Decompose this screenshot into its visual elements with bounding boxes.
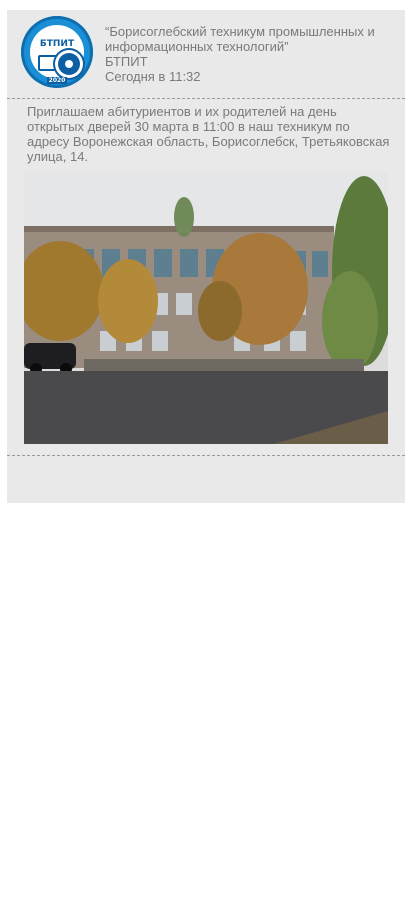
gear-icon [58, 53, 80, 75]
post-meta: “Борисоглебский техникум промышленных и … [105, 24, 395, 84]
college-logo-icon: БТПИТ 2020 [30, 25, 84, 84]
book-icon [38, 55, 60, 71]
post-text: Приглашаем абитуриентов и их родителей н… [27, 104, 390, 164]
post-card: БТПИТ 2020 “Борисоглебский техникум пром… [7, 10, 405, 503]
post-timestamp: Сегодня в 11:32 [105, 69, 201, 84]
logo-abbr: БТПИТ [39, 39, 75, 49]
org-abbr[interactable]: БТПИТ [105, 54, 395, 69]
logo-year: 2020 [47, 77, 67, 84]
divider [7, 455, 405, 456]
post-photo[interactable] [24, 171, 388, 444]
avatar[interactable]: БТПИТ 2020 [21, 16, 93, 88]
org-name[interactable]: “Борисоглебский техникум промышленных и … [105, 24, 395, 54]
divider [7, 98, 405, 99]
post-header: БТПИТ 2020 “Борисоглебский техникум пром… [7, 10, 405, 98]
building-photo [24, 171, 388, 444]
